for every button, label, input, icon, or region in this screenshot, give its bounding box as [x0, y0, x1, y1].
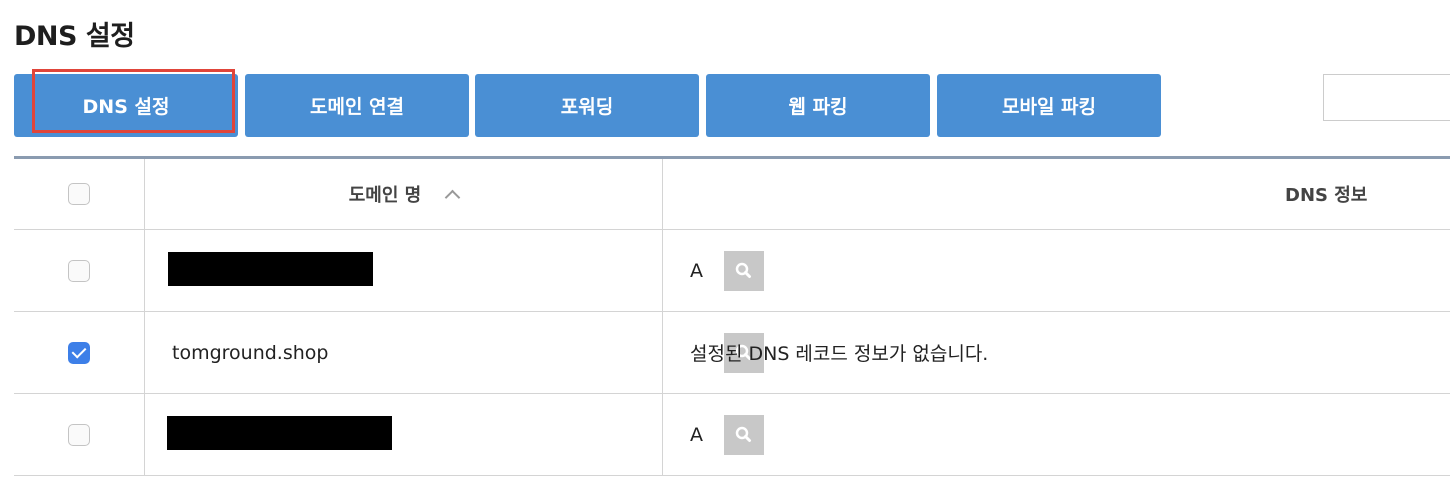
- table-header-row: 도메인 명 DNS 정보: [14, 159, 1450, 230]
- row-checkbox[interactable]: [68, 259, 90, 282]
- search-input[interactable]: [1323, 74, 1450, 121]
- web-parking-button[interactable]: 웹 파킹: [706, 74, 930, 137]
- domain-connect-button[interactable]: 도메인 연결: [245, 74, 469, 137]
- dns-settings-button[interactable]: DNS 설정: [14, 74, 238, 137]
- table-row: tomground.shop 설정된 DNS 레코드 정보가 없습니다.: [14, 312, 1450, 394]
- table-row: A: [14, 394, 1450, 476]
- row-dns-cell: 설정된 DNS 레코드 정보가 없습니다.: [663, 312, 1450, 393]
- page-title: DNS 설정: [14, 21, 135, 52]
- row-checkbox-cell: [14, 230, 145, 311]
- domain-name: tomground.shop: [172, 341, 329, 364]
- table-row: A: [14, 230, 1450, 312]
- redacted-domain: [167, 416, 392, 450]
- select-all-checkbox[interactable]: [68, 183, 90, 205]
- row-checkbox-cell: [14, 312, 145, 393]
- row-domain-cell: [145, 394, 764, 475]
- header-checkbox-cell: [14, 159, 145, 229]
- row-checkbox[interactable]: [68, 341, 90, 364]
- dns-column-header: DNS 정보: [1285, 185, 1368, 206]
- header-dns-cell: DNS 정보: [663, 159, 1450, 229]
- header-domain-cell[interactable]: 도메인 명: [145, 159, 663, 229]
- dns-info: A: [690, 423, 703, 446]
- chevron-up-icon[interactable]: [444, 189, 461, 205]
- row-domain-cell: [145, 230, 764, 311]
- row-domain-cell: tomground.shop: [145, 312, 764, 393]
- mobile-parking-button[interactable]: 모바일 파킹: [937, 74, 1161, 137]
- redacted-domain: [168, 252, 373, 286]
- row-dns-cell: A: [663, 230, 1450, 311]
- row-checkbox-cell: [14, 394, 145, 475]
- dns-info: A: [690, 259, 703, 282]
- domain-column-header: 도메인 명: [348, 185, 422, 206]
- forwarding-button[interactable]: 포워딩: [475, 74, 699, 137]
- row-checkbox[interactable]: [68, 423, 90, 446]
- dns-info: 설정된 DNS 레코드 정보가 없습니다.: [690, 343, 989, 365]
- row-dns-cell: A: [663, 394, 1450, 475]
